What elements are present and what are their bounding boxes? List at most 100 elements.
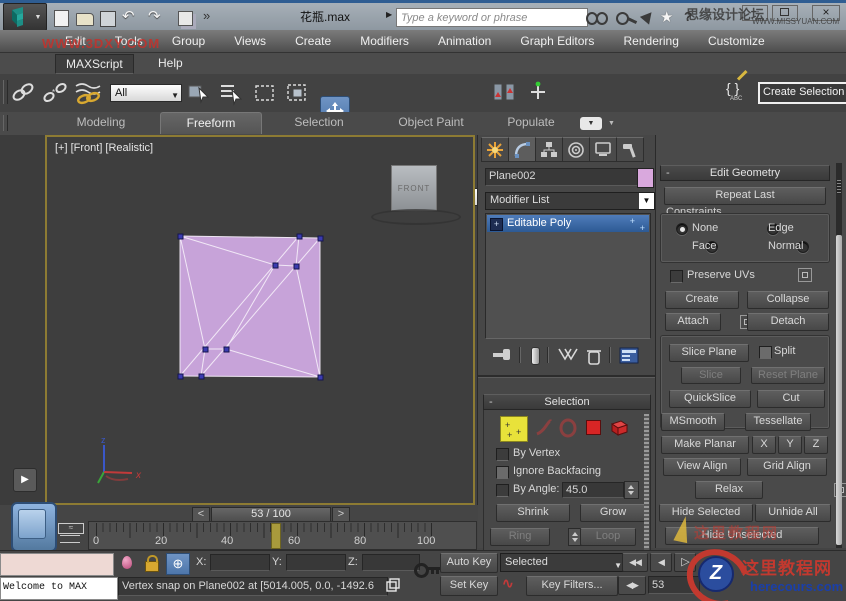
tab-create-panel[interactable] xyxy=(481,137,509,162)
ignore-backfacing-checkbox[interactable] xyxy=(496,466,509,479)
tab-display-panel[interactable] xyxy=(589,137,617,162)
menu-customize[interactable]: Customize xyxy=(695,30,778,52)
unlink-selection-icon[interactable]: * xyxy=(42,80,68,106)
new-file-icon[interactable] xyxy=(54,10,69,27)
create-button[interactable]: Create xyxy=(665,291,739,309)
named-selection-combobox[interactable]: Create Selection xyxy=(758,82,846,104)
default-tangent-icon[interactable]: ∿ xyxy=(502,575,514,592)
window-crossing-toggle-icon[interactable] xyxy=(284,80,310,106)
element-subobject-button[interactable] xyxy=(608,416,630,438)
configure-modifier-sets-icon[interactable] xyxy=(619,346,641,366)
collapse-button[interactable]: Collapse xyxy=(747,291,829,309)
make-planar-button[interactable]: Make Planar xyxy=(661,436,749,454)
vertex-subobject-button[interactable]: + + + xyxy=(500,416,528,442)
modifier-stack[interactable]: + Editable Poly + + xyxy=(485,213,651,339)
panel-scrollbar-thumb[interactable] xyxy=(836,235,842,545)
coord-z-field[interactable] xyxy=(362,554,420,571)
by-vertex-checkbox[interactable] xyxy=(496,448,509,461)
make-planar-y-button[interactable]: Y xyxy=(778,436,802,454)
time-slider-marker[interactable] xyxy=(271,523,281,549)
relax-button[interactable]: Relax xyxy=(695,481,763,499)
border-subobject-button[interactable] xyxy=(558,418,578,438)
viewport-label[interactable]: [+] [Front] [Realistic] xyxy=(55,142,153,154)
repeat-last-button[interactable]: Repeat Last xyxy=(664,187,826,205)
stack-expand-icon[interactable]: + xyxy=(490,218,503,231)
selection-rollout-header[interactable]: - Selection xyxy=(483,394,651,410)
hide-selected-button[interactable]: Hide Selected xyxy=(659,504,753,522)
select-by-name-icon[interactable] xyxy=(218,80,244,106)
attach-button[interactable]: Attach xyxy=(665,313,721,331)
viewport-layout-button[interactable] xyxy=(11,502,57,552)
auto-key-button[interactable]: Auto Key xyxy=(440,553,498,573)
menu-animation[interactable]: Animation xyxy=(425,30,504,52)
menu-graph-editors[interactable]: Graph Editors xyxy=(507,30,607,52)
tab-selection[interactable]: Selection xyxy=(266,112,372,133)
undo-icon[interactable]: ↶ xyxy=(122,7,135,25)
toolbar-overflow-icon[interactable]: » xyxy=(203,8,210,23)
favorites-star-icon[interactable]: ★ xyxy=(660,8,673,26)
reset-plane-button[interactable]: Reset Plane xyxy=(751,367,825,384)
key-filters-button[interactable]: Key Filters... xyxy=(526,576,618,596)
edge-subobject-button[interactable] xyxy=(534,418,554,438)
maxscript-listener-pink[interactable] xyxy=(0,553,114,576)
grow-button[interactable]: Grow xyxy=(580,504,646,522)
selection-filter-dropdown[interactable]: All ▼ xyxy=(110,84,182,102)
open-mini-curve-editor-button[interactable]: ≈ xyxy=(58,523,84,545)
expand-panel-button[interactable]: ▶ xyxy=(13,468,37,492)
detach-button[interactable]: Detach xyxy=(747,313,829,331)
tab-modify-panel[interactable] xyxy=(508,137,536,162)
menu-group[interactable]: Group xyxy=(159,30,218,52)
key-filter-selected-dropdown[interactable]: Selected ▼ xyxy=(500,553,626,572)
edit-named-selection-sets-button[interactable]: { } ABC xyxy=(726,69,754,108)
tab-freeform[interactable]: Freeform xyxy=(160,112,262,134)
tab-modeling[interactable]: Modeling xyxy=(45,112,157,133)
menu-views[interactable]: Views xyxy=(221,30,279,52)
tab-motion-panel[interactable] xyxy=(562,137,590,162)
redo-icon[interactable]: ↷ xyxy=(148,7,161,25)
edit-geometry-header[interactable]: - Edit Geometry xyxy=(660,165,830,181)
object-color-swatch[interactable] xyxy=(637,168,654,188)
viewcube-ring[interactable] xyxy=(371,209,461,225)
viewcube[interactable]: FRONT xyxy=(391,165,437,211)
select-and-link-icon[interactable] xyxy=(10,80,36,106)
select-object-icon[interactable] xyxy=(186,80,212,106)
grid-align-button[interactable]: Grid Align xyxy=(747,458,827,476)
loop-button[interactable]: Loop xyxy=(580,528,636,546)
split-checkbox[interactable] xyxy=(759,346,772,359)
rectangular-selection-region-icon[interactable] xyxy=(252,80,278,106)
msmooth-button[interactable]: MSmooth xyxy=(661,413,725,431)
remove-modifier-icon[interactable] xyxy=(585,346,603,366)
title-flyout-icon[interactable]: ▶ xyxy=(386,10,392,19)
communication-satellite-icon[interactable] xyxy=(639,8,657,25)
make-planar-x-button[interactable]: X xyxy=(752,436,776,454)
make-unique-icon[interactable] xyxy=(557,347,579,365)
isolate-balloon-icon[interactable] xyxy=(122,556,132,569)
ribbon-handle[interactable] xyxy=(3,115,8,131)
ring-button[interactable]: Ring xyxy=(490,528,550,546)
set-keys-key-ring[interactable] xyxy=(414,563,429,578)
toolbar-drag-handle[interactable] xyxy=(3,80,8,104)
use-pivot-point-center-icon[interactable] xyxy=(490,80,520,106)
by-angle-spinner[interactable] xyxy=(624,481,639,499)
menu-modifiers[interactable]: Modifiers xyxy=(347,30,422,52)
key-mode-toggle-button[interactable]: ◀▶ xyxy=(618,576,646,595)
show-end-result-icon[interactable] xyxy=(531,347,540,365)
by-angle-checkbox[interactable] xyxy=(496,484,509,497)
previous-frame-button[interactable]: ◀ xyxy=(650,553,672,572)
viewport[interactable]: [+] [Front] [Realistic] FRONT z x xyxy=(45,135,475,505)
modifier-list-dropdown[interactable]: Modifier List ▼ xyxy=(485,192,655,210)
go-to-start-button[interactable]: ◀◀ xyxy=(622,553,648,572)
chevron-down-icon[interactable]: ▼ xyxy=(639,193,654,209)
fetch-icon[interactable] xyxy=(178,11,193,26)
coord-x-field[interactable] xyxy=(210,554,270,571)
maxscript-listener-white[interactable]: Welcome to MAX xyxy=(0,577,118,600)
constraint-none-radio[interactable] xyxy=(676,223,688,235)
tab-object-paint[interactable]: Object Paint xyxy=(376,112,486,133)
ribbon-minimize-arrow[interactable]: ▼ xyxy=(608,120,615,127)
menu-create[interactable]: Create xyxy=(282,30,344,52)
bind-to-space-warp-icon[interactable] xyxy=(74,80,102,106)
preserve-uvs-checkbox[interactable] xyxy=(670,270,683,283)
prev-frame-button[interactable]: < xyxy=(192,507,210,522)
slice-plane-button[interactable]: Slice Plane xyxy=(669,344,749,362)
save-file-icon[interactable] xyxy=(100,11,116,27)
